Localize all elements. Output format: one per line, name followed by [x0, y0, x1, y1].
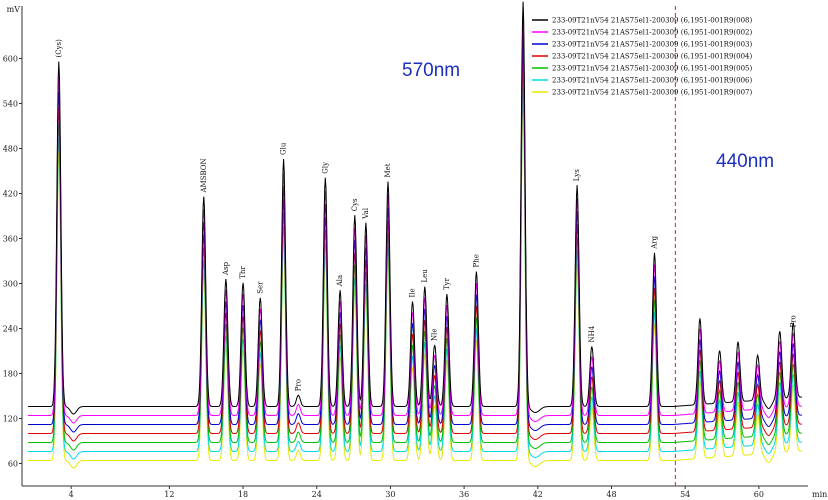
legend-entry: 233-09T21nV54 21AS75el1-200309 (6,1951-0…: [552, 77, 752, 85]
peak-label: Pro: [294, 379, 302, 391]
legend-entry: 233-09T21nV54 21AS75el1-200309 (6,1951-0…: [552, 17, 752, 25]
chromatogram-chart: 60 120 180 240 300 360 420 480 540 600 4 12 18 24 30 36…: [3, 1, 827, 499]
peak-label: Glu: [280, 142, 288, 155]
legend: 233-09T21nV54 21AS75el1-200309 (6,1951-0…: [532, 17, 752, 97]
peak-label: Nle: [431, 328, 439, 341]
peak-label: NH4: [588, 325, 596, 342]
peak-label: Met: [384, 163, 392, 177]
peak-label: Gly: [321, 162, 329, 174]
y-tick-label: 120: [3, 415, 18, 424]
peak-label: Pro: [789, 315, 797, 327]
y-tick-label: 60: [8, 460, 18, 469]
y-tick-label: 480: [3, 145, 18, 154]
peak-label: Cys: [351, 198, 359, 211]
legend-entry: 233-09T21nV54 21AS75el1-200309 (6,1951-0…: [552, 65, 752, 73]
x-tick-label: 4: [69, 490, 74, 499]
y-tick-label: 360: [3, 235, 18, 244]
legend-entry: 233-09T21nV54 21AS75el1-200309 (6,1951-0…: [552, 29, 752, 37]
y-tick-label: 540: [3, 100, 18, 109]
peak-label: Tyr: [443, 277, 451, 290]
y-tick-label: 180: [3, 370, 18, 379]
x-tick-label: 24: [312, 490, 322, 499]
x-tick-label: 30: [385, 490, 395, 499]
x-tick-label: 42: [533, 490, 543, 499]
x-tick-label: 60: [754, 490, 764, 499]
peak-label: Leu: [421, 269, 429, 283]
peak-label: Lys: [573, 169, 581, 181]
peak-label: Val: [362, 207, 370, 220]
legend-entry: 233-09T21nV54 21AS75el1-200309 (6,1951-0…: [552, 53, 752, 61]
legend-entry: 233-09T21nV54 21AS75el1-200309 (6,1951-0…: [552, 41, 752, 49]
peak-label: Phe: [472, 254, 480, 267]
legend-entry: 233-09T21nV54 21AS75el1-200309 (6,1951-0…: [552, 89, 752, 97]
peak-label: Ala: [336, 275, 344, 287]
y-tick-label: 300: [3, 280, 18, 289]
wavelength-label-440: 440nm: [716, 151, 774, 172]
peak-label: AMSBON: [200, 158, 208, 193]
y-axis-label: mV: [7, 5, 21, 14]
x-tick-label: 54: [680, 490, 690, 499]
peak-label: Ile: [409, 288, 417, 297]
x-tick-label: 18: [238, 490, 248, 499]
peak-label: Arg: [650, 235, 658, 249]
x-tick-label: 12: [164, 490, 174, 499]
peak-label: Asp: [222, 261, 230, 276]
y-tick-label: 420: [3, 190, 18, 199]
peak-label: Thr: [239, 266, 247, 279]
peak-label: (Cys): [55, 39, 63, 58]
wavelength-label-570: 570nm: [402, 60, 460, 81]
y-tick-label: 600: [3, 55, 18, 64]
y-tick-label: 240: [3, 325, 18, 334]
x-tick-label: 48: [606, 490, 616, 499]
x-tick-label: 36: [459, 490, 469, 499]
x-axis-label: min: [812, 490, 827, 499]
peak-label: Ser: [256, 281, 264, 294]
